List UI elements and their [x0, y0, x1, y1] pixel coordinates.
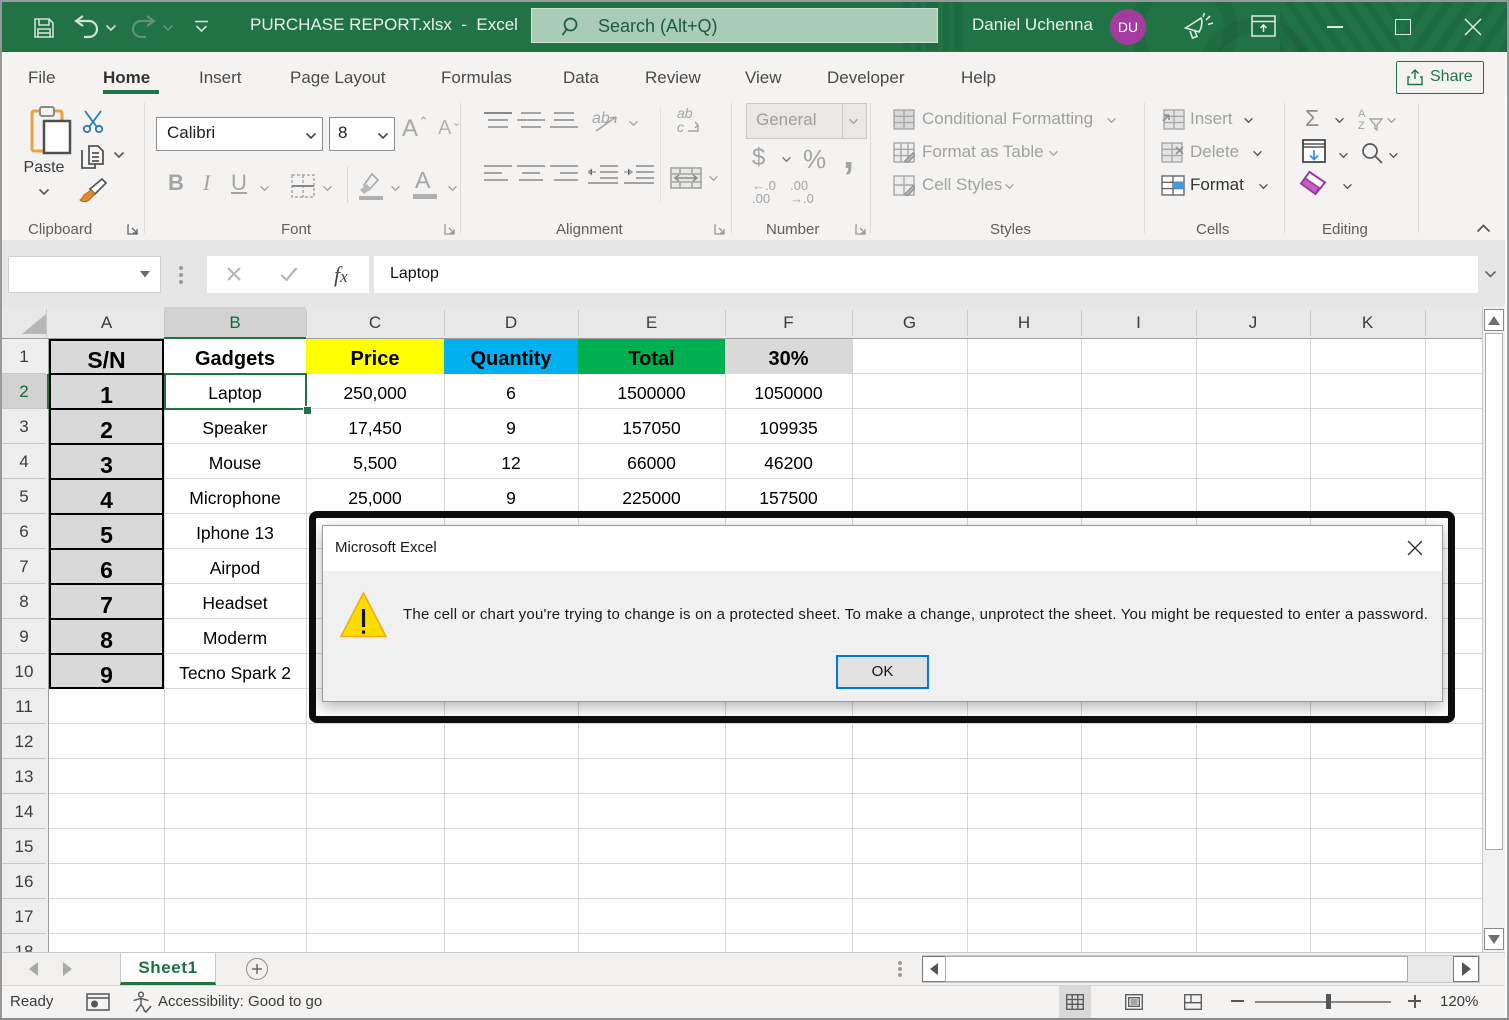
svg-text:Z: Z — [1358, 120, 1365, 131]
svg-text:A: A — [1358, 108, 1366, 120]
svg-text:ab: ab — [592, 110, 610, 127]
svg-text:c: c — [677, 119, 684, 135]
